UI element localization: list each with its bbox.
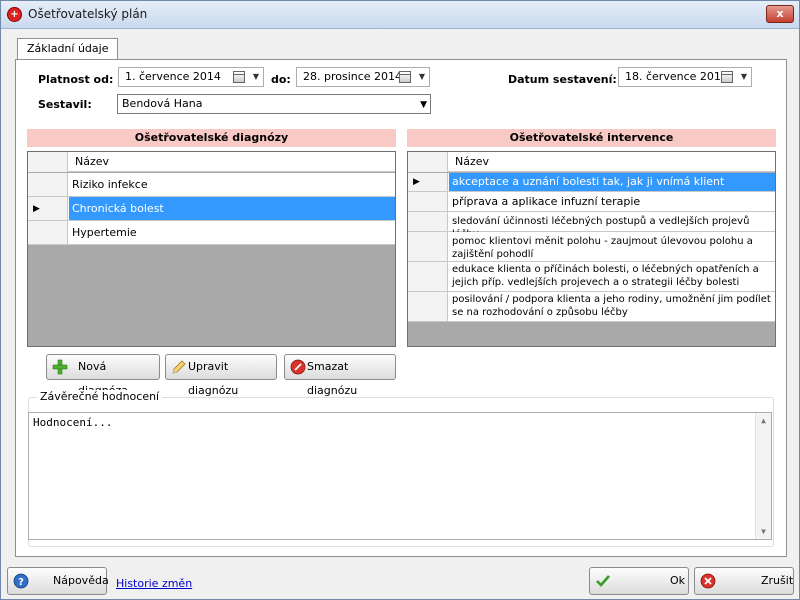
do-input[interactable]: 28. prosince 2014 ▼ xyxy=(296,67,430,87)
upravit-diagnozu-label: Upravit diagnózu xyxy=(188,360,239,397)
table-cell[interactable]: příprava a aplikace infuzní terapie xyxy=(449,192,775,211)
pencil-icon xyxy=(172,360,186,374)
scroll-up-icon[interactable]: ▲ xyxy=(756,413,771,428)
row-selector[interactable] xyxy=(408,192,448,211)
nova-diagnoza-button[interactable]: Nová diagnóza xyxy=(46,354,160,397)
diagnozy-header: Ošetřovatelské diagnózy xyxy=(27,129,396,147)
window-title: Ošetřovatelský plán xyxy=(28,7,148,21)
diagnozy-grid-header: Název xyxy=(28,152,395,172)
napoveda-button[interactable]: ? Nápověda xyxy=(7,567,109,595)
table-row[interactable]: ▶ Chronická bolest xyxy=(28,197,395,221)
row-selector[interactable]: ▶ xyxy=(408,173,448,191)
sestavil-value: Bendová Hana xyxy=(122,97,203,110)
table-cell[interactable]: Hypertemie xyxy=(69,221,395,244)
app-icon: + xyxy=(7,7,22,22)
smazat-diagnozu-label: Smazat diagnózu xyxy=(307,360,358,397)
row-selector[interactable]: ▶ xyxy=(28,197,68,220)
plus-icon xyxy=(52,359,68,375)
table-cell[interactable]: edukace klienta o příčinách bolesti, o l… xyxy=(449,262,775,291)
datum-sestaveni-input[interactable]: 18. července 2014 ▼ xyxy=(618,67,752,87)
table-row[interactable]: posilování / podpora klienta a jeho rodi… xyxy=(408,292,775,322)
zaverecne-hodnoceni-legend: Závěrečné hodnocení xyxy=(37,390,163,403)
platnost-od-label: Platnost od: xyxy=(38,73,114,86)
chevron-down-icon[interactable]: ▼ xyxy=(419,68,425,86)
napoveda-label: Nápověda xyxy=(53,574,109,587)
row-selector[interactable] xyxy=(408,232,448,261)
chevron-down-icon[interactable]: ▼ xyxy=(741,68,747,86)
table-cell[interactable]: Riziko infekce xyxy=(69,173,395,196)
sestavil-label: Sestavil: xyxy=(38,98,92,111)
window: + Ošetřovatelský plán x Základní údaje P… xyxy=(0,0,800,600)
current-row-icon: ▶ xyxy=(413,177,420,187)
help-icon: ? xyxy=(13,573,29,589)
scroll-down-icon[interactable]: ▼ xyxy=(756,524,771,539)
zrusit-label: Zrušit xyxy=(761,574,794,587)
row-selector[interactable] xyxy=(408,212,448,231)
table-row[interactable]: ▶ akceptace a uznání bolesti tak, jak ji… xyxy=(408,173,775,192)
intervence-grid: Název ▶ akceptace a uznání bolesti tak, … xyxy=(407,151,776,347)
table-cell[interactable]: Chronická bolest xyxy=(69,197,395,220)
do-label: do: xyxy=(271,73,291,86)
close-button[interactable]: x xyxy=(766,5,794,23)
column-header-nazev[interactable]: Název xyxy=(455,155,489,168)
chevron-down-icon[interactable]: ▼ xyxy=(253,68,259,86)
table-row[interactable]: edukace klienta o příčinách bolesti, o l… xyxy=(408,262,775,292)
table-cell[interactable]: sledování účinnosti léčebných postupů a … xyxy=(449,212,775,240)
intervence-header: Ošetřovatelské intervence xyxy=(407,129,776,147)
svg-text:?: ? xyxy=(18,577,24,588)
vertical-scrollbar[interactable]: ▲ ▼ xyxy=(755,413,771,539)
calendar-icon[interactable] xyxy=(721,71,733,83)
row-selector[interactable] xyxy=(408,292,448,321)
table-row[interactable]: pomoc klientovi měnit polohu - zaujmout … xyxy=(408,232,775,262)
chevron-down-icon[interactable]: ▼ xyxy=(420,96,427,114)
historie-zmen-link[interactable]: Historie změn xyxy=(116,577,192,590)
diagnozy-grid: Název Riziko infekce ▶ Chronická bolest … xyxy=(27,151,396,347)
hodnoceni-textarea[interactable]: Hodnocení... ▲ ▼ xyxy=(28,412,772,540)
table-row[interactable]: příprava a aplikace infuzní terapie xyxy=(408,192,775,212)
smazat-diagnozu-button[interactable]: Smazat diagnózu xyxy=(284,354,396,397)
zrusit-button[interactable]: Zrušit xyxy=(694,567,794,595)
tab-zakladni-udaje[interactable]: Základní údaje xyxy=(17,38,119,60)
delete-icon xyxy=(290,359,306,375)
table-cell[interactable]: posilování / podpora klienta a jeho rodi… xyxy=(449,292,775,321)
ok-label: Ok xyxy=(670,574,686,587)
row-selector[interactable] xyxy=(408,262,448,291)
datum-sestaveni-value: 18. července 2014 xyxy=(625,70,728,83)
platnost-od-input[interactable]: 1. července 2014 ▼ xyxy=(118,67,264,87)
zaverecne-hodnoceni-group: Závěrečné hodnocení Hodnocení... ▲ ▼ xyxy=(28,390,774,547)
table-row[interactable]: sledování účinnosti léčebných postupů a … xyxy=(408,212,775,240)
row-selector[interactable] xyxy=(28,173,68,196)
table-cell[interactable]: akceptace a uznání bolesti tak, jak ji v… xyxy=(449,173,775,191)
sestavil-select[interactable]: Bendová Hana ▼ xyxy=(117,94,431,114)
column-header-nazev[interactable]: Název xyxy=(75,155,109,168)
intervence-grid-header: Název xyxy=(408,152,775,172)
current-row-icon: ▶ xyxy=(33,203,40,214)
table-row[interactable]: Hypertemie xyxy=(28,221,395,245)
datum-sestaveni-label: Datum sestavení: xyxy=(508,73,617,86)
table-row[interactable]: Riziko infekce xyxy=(28,173,395,197)
table-cell[interactable]: pomoc klientovi měnit polohu - zaujmout … xyxy=(449,232,775,261)
do-value: 28. prosince 2014 xyxy=(303,70,403,83)
title-bar: + Ošetřovatelský plán x xyxy=(1,1,799,29)
row-selector-header xyxy=(408,152,448,172)
tab-panel: Platnost od: 1. července 2014 ▼ do: 28. … xyxy=(15,59,787,557)
upravit-diagnozu-button[interactable]: Upravit diagnózu xyxy=(165,354,277,397)
calendar-icon[interactable] xyxy=(399,71,411,83)
ok-button[interactable]: Ok xyxy=(589,567,689,595)
row-selector[interactable] xyxy=(28,221,68,244)
cancel-icon xyxy=(700,573,716,589)
platnost-od-value: 1. července 2014 xyxy=(125,70,221,83)
row-selector-header xyxy=(28,152,68,172)
calendar-icon[interactable] xyxy=(233,71,245,83)
checkmark-icon xyxy=(596,575,610,587)
hodnoceni-text: Hodnocení... xyxy=(33,416,113,429)
